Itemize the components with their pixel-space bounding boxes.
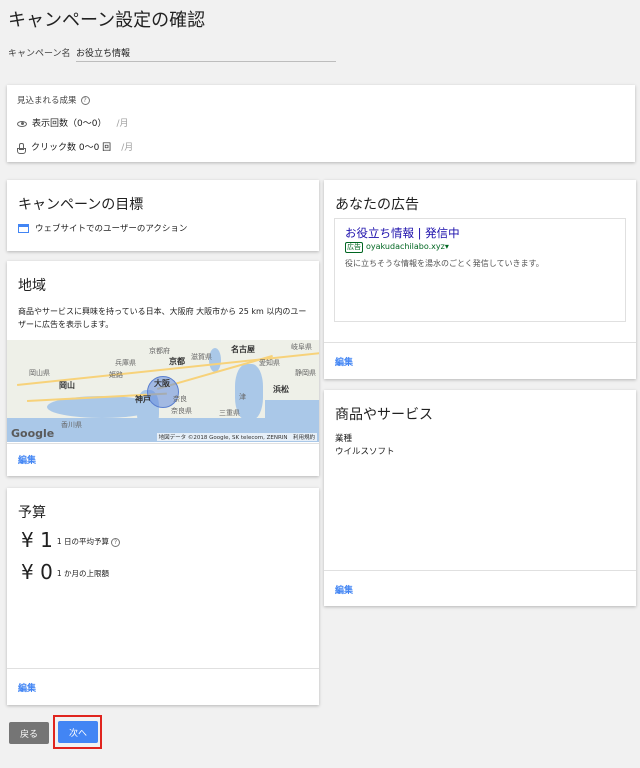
web-icon bbox=[18, 224, 29, 233]
business-card: 商品やサービス 業種 ウイルスソフト 編集 bbox=[324, 390, 636, 606]
google-logo: Google bbox=[11, 427, 55, 440]
business-divider bbox=[324, 570, 636, 571]
map-label-hamamatsu: 浜松 bbox=[273, 385, 289, 394]
map-label-kagawa: 香川県 bbox=[61, 421, 82, 429]
daily-budget-row: ¥ 11 日の平均予算? bbox=[21, 528, 120, 552]
map-label-kobe: 神戸 bbox=[135, 395, 151, 404]
help-icon[interactable]: ? bbox=[80, 96, 90, 105]
daily-budget-label-text: 1 日の平均予算 bbox=[56, 537, 109, 546]
budget-title: 予算 bbox=[18, 505, 46, 521]
region-description: 商品やサービスに興味を持っている日本、大阪府 大阪市から 25 km 以内のユー… bbox=[18, 307, 307, 329]
next-button[interactable]: 次へ bbox=[58, 721, 98, 743]
map-label-nara-pref: 奈良県 bbox=[171, 407, 192, 415]
ad-card: あなたの広告 お役立ち情報 | 発信中 広告 oyakudachilabo.xyz… bbox=[324, 180, 636, 379]
back-button[interactable]: 戻る bbox=[9, 722, 49, 744]
ad-url[interactable]: oyakudachilabo.xyz▾ bbox=[366, 242, 449, 251]
business-category-label: 業種 bbox=[335, 434, 353, 444]
map-label-aichi: 愛知県 bbox=[259, 359, 280, 367]
map-label-mie: 三重県 bbox=[219, 409, 240, 417]
monthly-budget-amount: ¥ 0 bbox=[21, 560, 53, 584]
region-edit-link[interactable]: 編集 bbox=[18, 453, 36, 466]
ad-url-row: 広告 oyakudachilabo.xyz▾ bbox=[345, 242, 449, 253]
map-label-shizuoka: 静岡県 bbox=[295, 369, 316, 377]
impressions-label: 表示回数（0〜0） bbox=[32, 119, 107, 129]
goal-value: ウェブサイトでのユーザーのアクション bbox=[35, 224, 188, 234]
map-label-kyoto: 京都 bbox=[169, 357, 185, 366]
goal-row: ウェブサイトでのユーザーのアクション bbox=[18, 222, 187, 234]
business-category-value: ウイルスソフト bbox=[335, 447, 395, 457]
ad-edit-link[interactable]: 編集 bbox=[335, 355, 353, 368]
ad-preview: お役立ち情報 | 発信中 広告 oyakudachilabo.xyz▾ 役に立ちそ… bbox=[334, 218, 626, 322]
business-edit-link[interactable]: 編集 bbox=[335, 583, 353, 596]
help-icon[interactable]: ? bbox=[110, 537, 120, 547]
budget-divider bbox=[7, 668, 319, 669]
estimate-title: 見込まれる成果? bbox=[17, 94, 90, 106]
campaign-name-row: キャンペーン名 お役立ち情報 bbox=[8, 44, 336, 62]
ad-badge: 広告 bbox=[345, 242, 363, 253]
campaign-name-underline bbox=[76, 61, 336, 62]
campaign-name-label: キャンペーン名 bbox=[8, 49, 71, 59]
clicks-unit: /月 bbox=[121, 143, 134, 153]
eye-icon bbox=[17, 120, 27, 127]
budget-edit-link[interactable]: 編集 bbox=[18, 681, 36, 694]
map-label-nara: 奈良 bbox=[173, 395, 187, 403]
map-label-nagoya: 名古屋 bbox=[231, 345, 255, 354]
map-label-okayama: 岡山 bbox=[59, 381, 75, 390]
next-button-highlight: 次へ bbox=[53, 715, 102, 749]
region-map[interactable]: 京都 京都府 名古屋 愛知県 岐阜県 兵庫県 滋賀県 姫路 岡山 岡山県 大阪 … bbox=[7, 340, 319, 442]
monthly-budget-label: 1 か月の上限額 bbox=[56, 569, 109, 578]
region-divider bbox=[7, 443, 319, 444]
impressions-row: 表示回数（0〜0） /月 bbox=[17, 116, 129, 129]
map-label-kyoto-pref: 京都府 bbox=[149, 347, 170, 355]
map-label-himeji: 姫路 bbox=[109, 371, 123, 379]
clicks-label: クリック数 0〜0 回 bbox=[31, 143, 112, 153]
map-label-gifu: 岐阜県 bbox=[291, 343, 312, 351]
impressions-unit: /月 bbox=[116, 119, 129, 129]
map-label-shiga: 滋賀県 bbox=[191, 353, 212, 361]
touch-click-icon bbox=[17, 142, 26, 154]
estimate-card: 見込まれる成果? 表示回数（0〜0） /月 クリック数 0〜0 回/月 bbox=[7, 85, 635, 162]
daily-budget-label: 1 日の平均予算? bbox=[56, 537, 120, 547]
ad-description: 役に立ちそうな情報を湯水のごとく発信していきます。 bbox=[345, 259, 544, 268]
daily-budget-amount: ¥ 1 bbox=[21, 528, 53, 552]
map-label-tsu: 津 bbox=[239, 393, 246, 401]
goal-title: キャンペーンの目標 bbox=[18, 197, 144, 213]
map-label-osaka: 大阪 bbox=[154, 379, 170, 388]
ad-headline[interactable]: お役立ち情報 | 発信中 bbox=[345, 225, 460, 241]
ad-divider bbox=[324, 342, 636, 343]
campaign-name-value: お役立ち情報 bbox=[76, 49, 131, 59]
goal-card: キャンペーンの目標 ウェブサイトでのユーザーのアクション bbox=[7, 180, 319, 251]
map-label-hyogo: 兵庫県 bbox=[115, 359, 136, 367]
map-sea-tokai bbox=[265, 400, 319, 420]
business-title: 商品やサービス bbox=[335, 407, 433, 423]
clicks-row: クリック数 0〜0 回/月 bbox=[17, 140, 134, 154]
page-title: キャンペーン設定の確認 bbox=[8, 10, 206, 31]
estimate-title-text: 見込まれる成果 bbox=[17, 96, 77, 106]
ad-title: あなたの広告 bbox=[335, 197, 419, 213]
budget-card: 予算 ¥ 11 日の平均予算? ¥ 01 か月の上限額 編集 bbox=[7, 488, 319, 705]
region-card: 地域 商品やサービスに興味を持っている日本、大阪府 大阪市から 25 km 以内… bbox=[7, 261, 319, 476]
map-attribution[interactable]: 地図データ ©2018 Google, SK telecom, ZENRIN 利… bbox=[156, 433, 317, 441]
monthly-budget-row: ¥ 01 か月の上限額 bbox=[21, 560, 109, 584]
map-label-okayama-pref: 岡山県 bbox=[29, 369, 50, 377]
region-title: 地域 bbox=[18, 278, 46, 294]
